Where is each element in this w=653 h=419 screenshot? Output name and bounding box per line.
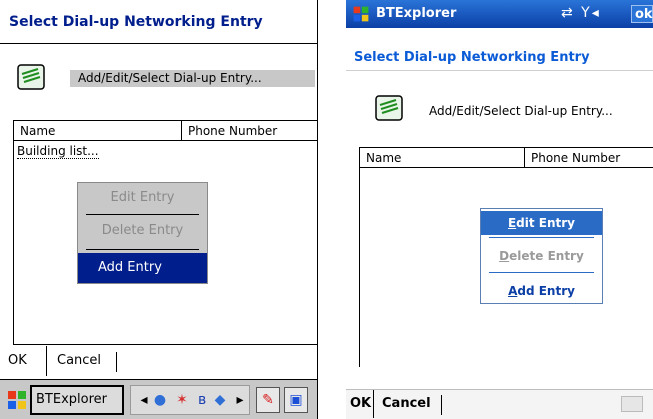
status-text: Building list... bbox=[17, 144, 99, 159]
ok-softkey[interactable]: OK bbox=[8, 346, 27, 376]
start-icon[interactable] bbox=[352, 5, 370, 23]
title-bar: Select Dial-up Networking Entry bbox=[0, 0, 317, 44]
cancel-softkey[interactable]: Cancel bbox=[373, 390, 431, 418]
entry-list[interactable]: Name Phone Number Building list... Edit … bbox=[13, 120, 317, 345]
add-edit-select-entry[interactable]: Add/Edit/Select Dial-up Entry... bbox=[429, 104, 613, 118]
start-icon[interactable] bbox=[6, 389, 28, 411]
right-screen: BTExplorer ⇄ Y◂ ok Select Dial-up Networ… bbox=[346, 0, 653, 419]
menu-item-add-entry[interactable]: Add Entry bbox=[78, 253, 207, 283]
sound-icon[interactable]: ◆ bbox=[211, 391, 229, 409]
signal-icon[interactable]: ✶ bbox=[173, 391, 191, 409]
ok-button[interactable]: ok bbox=[631, 5, 653, 23]
menu-separator bbox=[489, 272, 594, 273]
dialup-entry-icon[interactable] bbox=[374, 93, 404, 123]
task-button-btexplorer[interactable]: BTExplorer bbox=[30, 385, 124, 415]
column-header-phone[interactable]: Phone Number bbox=[182, 121, 317, 141]
softkey-divider bbox=[116, 352, 117, 372]
menu-item-edit-entry[interactable]: Edit Entry bbox=[481, 211, 602, 235]
app-title: BTExplorer bbox=[376, 6, 457, 21]
softkey-bar: OK Cancel bbox=[0, 346, 317, 376]
title-bar: BTExplorer ⇄ Y◂ ok bbox=[346, 0, 653, 28]
softkey-divider bbox=[441, 395, 442, 415]
menu-item-add-entry[interactable]: Add Entry bbox=[481, 279, 602, 303]
column-header-name[interactable]: Name bbox=[360, 148, 525, 168]
system-tray: ◂ ● ✶ ʙ ◆ ▸ bbox=[130, 385, 250, 415]
menu-separator bbox=[86, 249, 199, 250]
add-edit-select-entry[interactable]: Add/Edit/Select Dial-up Entry... bbox=[70, 70, 315, 87]
page-title: Select Dial-up Networking Entry bbox=[9, 14, 263, 30]
connection-icon[interactable]: ● bbox=[151, 391, 169, 409]
context-menu: Edit Entry Delete Entry Add Entry bbox=[480, 208, 603, 304]
page-title: Select Dial-up Networking Entry bbox=[354, 50, 590, 65]
dialup-entry-icon[interactable] bbox=[16, 62, 46, 92]
windows-icon[interactable]: ▣ bbox=[284, 387, 308, 413]
column-header-phone[interactable]: Phone Number bbox=[525, 148, 653, 168]
menu-item-delete-entry[interactable]: Delete Entry bbox=[78, 216, 207, 246]
taskbar: BTExplorer ◂ ● ✶ ʙ ◆ ▸ ✎ ▣ bbox=[0, 379, 317, 419]
pen-icon[interactable]: ✎ bbox=[256, 387, 280, 413]
ok-softkey[interactable]: OK bbox=[350, 390, 371, 418]
softkey-bar: OK Cancel bbox=[346, 389, 653, 419]
tray-arrow-icon[interactable]: ▸ bbox=[231, 391, 249, 409]
menu-item-delete-entry[interactable]: Delete Entry bbox=[481, 244, 602, 268]
menu-separator bbox=[86, 214, 199, 215]
status-icons[interactable]: ⇄ Y◂ bbox=[561, 5, 601, 21]
cancel-softkey[interactable]: Cancel bbox=[46, 346, 101, 376]
context-menu: Edit Entry Delete Entry Add Entry bbox=[77, 182, 208, 284]
keyboard-icon[interactable] bbox=[621, 396, 643, 412]
menu-item-edit-entry[interactable]: Edit Entry bbox=[78, 183, 207, 213]
column-header-name[interactable]: Name bbox=[14, 121, 182, 141]
menu-separator bbox=[489, 237, 594, 238]
bluetooth-icon[interactable]: ʙ bbox=[193, 391, 211, 409]
divider bbox=[346, 70, 653, 71]
left-screen: Select Dial-up Networking Entry Add/Edit… bbox=[0, 0, 318, 419]
